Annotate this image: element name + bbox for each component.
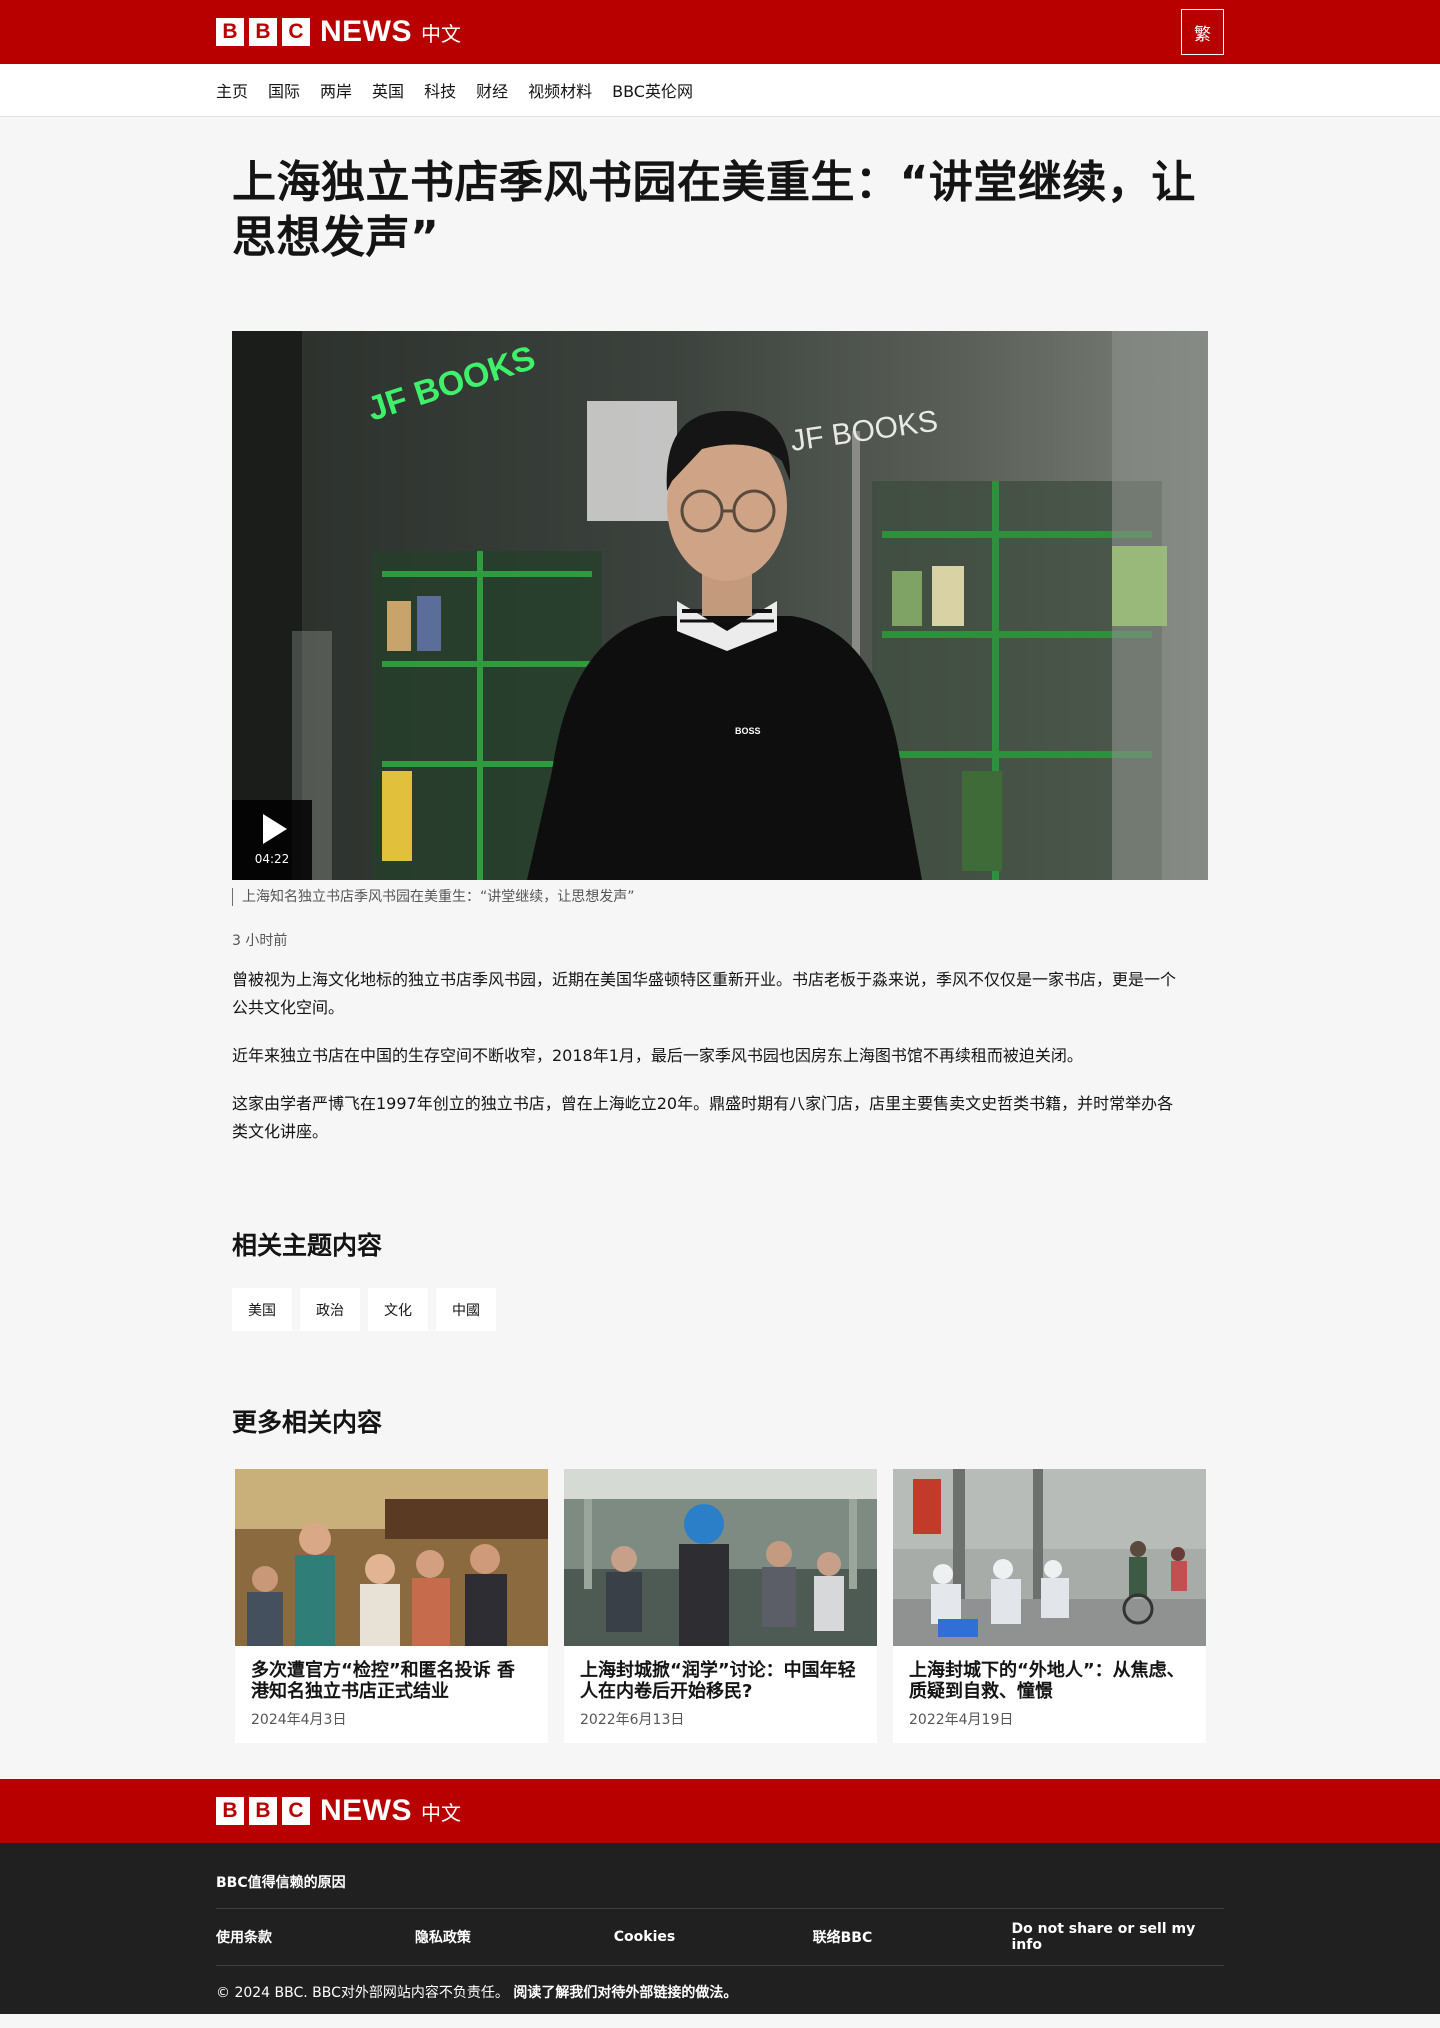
video-duration: 04:22 bbox=[254, 852, 290, 866]
bbc-news-logo[interactable]: B B C NEWS 中文 bbox=[216, 15, 461, 49]
brand-bar: B B C NEWS 中文 繁 bbox=[0, 0, 1440, 64]
video-thumbnail: JF BOOKS JF BOOKS BOSS bbox=[232, 331, 1208, 880]
bbc-blocks: B B C bbox=[216, 1797, 310, 1825]
play-icon bbox=[263, 814, 287, 844]
card-date: 2024年4月3日 bbox=[251, 1712, 347, 1728]
play-button[interactable]: 04:22 bbox=[232, 800, 312, 880]
bbc-block: C bbox=[282, 1797, 310, 1825]
related-card[interactable]: 上海封城下的“外地人”：从焦虑、质疑到自救、憧憬 2022年4月19日 bbox=[893, 1469, 1206, 1743]
nav-item-international[interactable]: 国际 bbox=[268, 78, 300, 102]
bbc-blocks: B B C bbox=[216, 18, 310, 46]
bbc-block: B bbox=[249, 1797, 277, 1825]
article-paragraph: 近年来独立书店在中国的生存空间不断收窄，2018年1月，最后一家季风书园也因房东… bbox=[232, 1046, 1083, 1065]
article-headline: 上海独立书店季风书园在美重生：“讲堂继续，让思想发声” bbox=[232, 157, 1196, 263]
nav-item-video[interactable]: 视频材料 bbox=[528, 78, 592, 102]
footer-brand-bar: B B C NEWS 中文 bbox=[0, 1779, 1440, 1843]
article-paragraph: 这家由学者严博飞在1997年创立的独立书店，曾在上海屹立20年。鼎盛时期有八家门… bbox=[232, 1094, 1174, 1141]
footer-links-area: BBC值得信赖的原因 使用条款 隐私政策 Cookies 联络BBC Do no… bbox=[0, 1843, 1440, 2014]
site-header: B B C NEWS 中文 繁 主页 国际 两岸 英国 科技 财经 视频材料 B… bbox=[0, 0, 1440, 117]
article-main: 上海独立书店季风书园在美重生：“讲堂继续，让思想发声” JF BOOKS JF … bbox=[232, 117, 1208, 1743]
topic-tag-usa[interactable]: 美国 bbox=[232, 1288, 292, 1331]
bbc-block: B bbox=[216, 18, 244, 46]
footer-link-row: 使用条款 隐私政策 Cookies 联络BBC Do not share or … bbox=[216, 1909, 1224, 1966]
related-card[interactable]: 多次遭官方“检控”和匿名投诉 香港知名独立书店正式结业 2024年4月3日 bbox=[235, 1469, 548, 1743]
footer-link-contact[interactable]: 联络BBC bbox=[813, 1927, 1012, 1947]
nav-item-bbc-uk-china[interactable]: BBC英伦网 bbox=[612, 78, 693, 102]
card-date: 2022年6月13日 bbox=[580, 1712, 685, 1728]
footer-link-terms[interactable]: 使用条款 bbox=[216, 1927, 415, 1947]
logo-news-text: NEWS bbox=[320, 1794, 412, 1827]
topic-tag-culture[interactable]: 文化 bbox=[368, 1288, 428, 1331]
shirt-logo-text: BOSS bbox=[735, 726, 761, 736]
why-trust-bbc-link[interactable]: BBC值得信赖的原因 bbox=[216, 1843, 1224, 1909]
bbc-block: C bbox=[282, 18, 310, 46]
video-caption: 上海知名独立书店季风书园在美重生：“讲堂继续，让思想发声” bbox=[232, 888, 1208, 906]
traditional-chinese-toggle[interactable]: 繁 bbox=[1181, 9, 1224, 55]
nav-item-tech[interactable]: 科技 bbox=[424, 78, 456, 102]
topic-tag-list: 美国 政治 文化 中國 bbox=[232, 1288, 1208, 1331]
related-topics-section: 相关主题内容 美国 政治 文化 中國 bbox=[232, 1226, 1208, 1331]
card-title: 上海封城下的“外地人”：从焦虑、质疑到自救、憧憬 bbox=[909, 1660, 1185, 1702]
related-card-list: 多次遭官方“检控”和匿名投诉 香港知名独立书店正式结业 2024年4月3日 上海… bbox=[232, 1469, 1208, 1743]
related-content-section: 更多相关内容 多次遭官方“检控”和匿名投诉 香港知名独立书店正式结业 2024年… bbox=[232, 1403, 1208, 1743]
footer-link-privacy[interactable]: 隐私政策 bbox=[415, 1927, 614, 1947]
article-timestamp: 3 小时前 bbox=[232, 933, 288, 949]
nav-item-finance[interactable]: 财经 bbox=[476, 78, 508, 102]
bbc-block: B bbox=[216, 1797, 244, 1825]
logo-language-text: 中文 bbox=[421, 21, 461, 46]
nav-item-home[interactable]: 主页 bbox=[216, 78, 248, 102]
copyright-text: © 2024 BBC. BBC对外部网站内容不负责任。 阅读了解我们对待外部链接… bbox=[216, 1966, 1224, 2002]
nav-item-uk[interactable]: 英国 bbox=[372, 78, 404, 102]
card-image bbox=[564, 1469, 877, 1646]
main-nav: 主页 国际 两岸 英国 科技 财经 视频材料 BBC英伦网 bbox=[0, 64, 1440, 117]
article-paragraph: 曾被视为上海文化地标的独立书店季风书园，近期在美国华盛顿特区重新开业。书店老板于… bbox=[232, 970, 1177, 1017]
card-image bbox=[893, 1469, 1206, 1646]
site-footer: B B C NEWS 中文 BBC值得信赖的原因 使用条款 隐私政策 Cooki… bbox=[0, 1779, 1440, 2014]
related-card[interactable]: 上海封城掀“润学”讨论：中国年轻人在内卷后开始移民? 2022年6月13日 bbox=[564, 1469, 877, 1743]
nav-item-cross-strait[interactable]: 两岸 bbox=[320, 78, 352, 102]
topic-tag-politics[interactable]: 政治 bbox=[300, 1288, 360, 1331]
bbc-block: B bbox=[249, 18, 277, 46]
why-trust-bbc-label: BBC值得信赖的原因 bbox=[216, 1875, 346, 1891]
copyright-notice: © 2024 BBC. BBC对外部网站内容不负责任。 bbox=[216, 1985, 509, 2001]
video-player[interactable]: JF BOOKS JF BOOKS BOSS 04:22 bbox=[232, 331, 1208, 880]
card-image bbox=[235, 1469, 548, 1646]
related-content-title: 更多相关内容 bbox=[232, 1408, 383, 1437]
logo-news-text: NEWS bbox=[320, 15, 412, 48]
footer-link-cookies[interactable]: Cookies bbox=[614, 1929, 813, 1945]
card-title: 上海封城掀“润学”讨论：中国年轻人在内卷后开始移民? bbox=[580, 1660, 856, 1702]
footer-link-do-not-sell[interactable]: Do not share or sell my info bbox=[1012, 1921, 1225, 1953]
external-links-policy-link[interactable]: 阅读了解我们对待外部链接的做法。 bbox=[513, 1985, 737, 2001]
topic-tag-china[interactable]: 中國 bbox=[436, 1288, 496, 1331]
logo-language-text: 中文 bbox=[421, 1800, 461, 1825]
card-title: 多次遭官方“检控”和匿名投诉 香港知名独立书店正式结业 bbox=[251, 1660, 515, 1702]
related-topics-title: 相关主题内容 bbox=[232, 1231, 383, 1260]
footer-bbc-news-logo[interactable]: B B C NEWS 中文 bbox=[216, 1794, 461, 1828]
card-date: 2022年4月19日 bbox=[909, 1712, 1014, 1728]
